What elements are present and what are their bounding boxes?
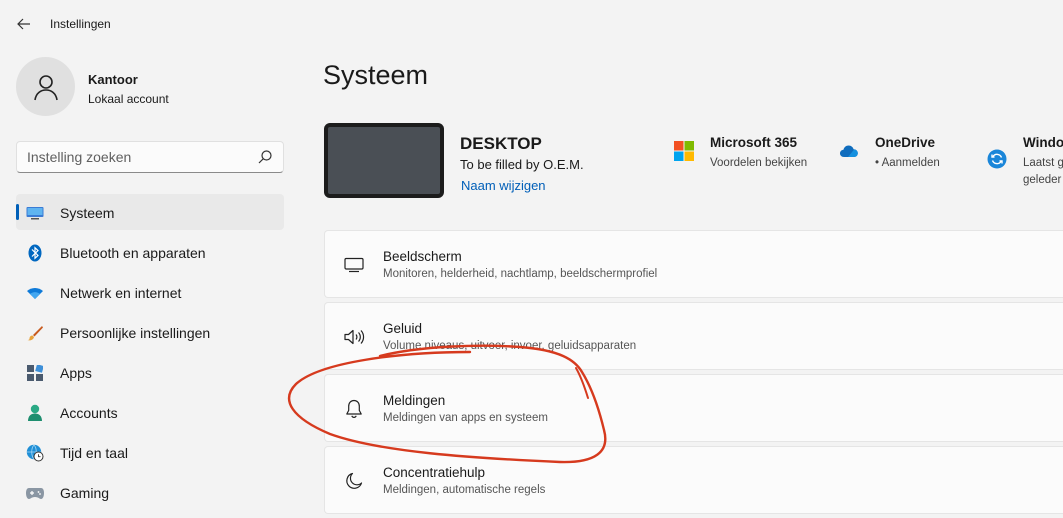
rename-link[interactable]: Naam wijzigen xyxy=(461,178,546,193)
gamepad-icon xyxy=(26,484,44,502)
account-type: Lokaal account xyxy=(88,92,169,106)
settings-list: Beeldscherm Monitoren, helderheid, nacht… xyxy=(324,230,1063,518)
sidebar-item-label: Gaming xyxy=(60,485,110,501)
user-name: Kantoor xyxy=(88,72,138,87)
card-description: Volume niveaus, uitvoer, invoer, geluids… xyxy=(383,340,637,352)
quick-link-title: Microsoft 365 xyxy=(710,135,798,150)
quick-link-subtitle: Laatst g xyxy=(1023,157,1063,169)
sidebar-item-tijd-taal[interactable]: Tijd en taal xyxy=(16,434,284,470)
sidebar-item-label: Netwerk en internet xyxy=(60,285,182,301)
card-beeldscherm[interactable]: Beeldscherm Monitoren, helderheid, nacht… xyxy=(324,230,1063,298)
sidebar-item-label: Persoonlijke instellingen xyxy=(60,325,211,341)
card-geluid[interactable]: Geluid Volume niveaus, uitvoer, invoer, … xyxy=(324,302,1063,370)
app-title: Instellingen xyxy=(50,17,111,31)
sidebar-item-gaming[interactable]: Gaming xyxy=(16,474,284,510)
sidebar-nav: Systeem Bluetooth en apparaten Netwerk e… xyxy=(16,194,284,514)
person-icon xyxy=(33,74,58,100)
globe-clock-icon xyxy=(26,444,44,462)
update-icon xyxy=(987,149,1007,169)
card-title: Meldingen xyxy=(383,393,446,408)
card-title: Beeldscherm xyxy=(383,249,462,264)
sidebar-item-bluetooth[interactable]: Bluetooth en apparaten xyxy=(16,234,284,270)
apps-icon xyxy=(26,364,44,382)
device-name: DESKTOP xyxy=(460,134,542,153)
search-icon[interactable] xyxy=(257,149,273,165)
sidebar-item-label: Apps xyxy=(60,365,92,381)
back-button[interactable] xyxy=(12,12,36,36)
sidebar-item-label: Accounts xyxy=(60,405,118,421)
bell-icon xyxy=(343,398,365,420)
moon-icon xyxy=(343,470,365,492)
arrow-left-icon xyxy=(17,18,30,30)
card-description: Monitoren, helderheid, nachtlamp, beelds… xyxy=(383,268,658,280)
quick-link-subtitle-2: geleder xyxy=(1023,174,1062,186)
display-icon xyxy=(343,254,365,276)
search-input[interactable] xyxy=(27,148,247,166)
sidebar-item-apps[interactable]: Apps xyxy=(16,354,284,390)
card-title: Geluid xyxy=(383,321,423,336)
card-title: Concentratiehulp xyxy=(383,465,486,480)
speaker-icon xyxy=(343,326,365,348)
sidebar-item-systeem[interactable]: Systeem xyxy=(16,194,284,230)
device-model: To be filled by O.E.M. xyxy=(460,157,584,172)
page-title: Systeem xyxy=(323,60,429,90)
sidebar-item-netwerk[interactable]: Netwerk en internet xyxy=(16,274,284,310)
card-description: Meldingen van apps en systeem xyxy=(383,412,548,424)
bluetooth-icon xyxy=(26,244,44,262)
quick-link-title: Windo xyxy=(1023,135,1063,150)
card-meldingen[interactable]: Meldingen Meldingen van apps en systeem xyxy=(324,374,1063,442)
title-bar: Instellingen xyxy=(0,0,1063,48)
device-thumbnail xyxy=(324,123,444,198)
quick-link-title: OneDrive xyxy=(875,135,936,150)
brush-icon xyxy=(26,324,44,342)
avatar xyxy=(16,57,75,116)
quick-link-subtitle: Voordelen bekijken xyxy=(710,157,808,169)
card-description: Meldingen, automatische regels xyxy=(383,484,546,496)
user-profile[interactable]: Kantoor Lokaal account xyxy=(16,57,276,117)
person-icon xyxy=(26,404,44,422)
monitor-icon xyxy=(26,204,44,222)
cloud-icon xyxy=(840,145,858,157)
search-box[interactable] xyxy=(16,141,284,173)
microsoft-logo-icon xyxy=(674,141,694,161)
sidebar-item-label: Systeem xyxy=(60,205,115,221)
card-concentratiehulp[interactable]: Concentratiehulp Meldingen, automatische… xyxy=(324,446,1063,514)
sidebar-item-label: Bluetooth en apparaten xyxy=(60,245,206,261)
wifi-icon xyxy=(26,284,44,302)
sidebar-item-accounts[interactable]: Accounts xyxy=(16,394,284,430)
quick-link-subtitle: • Aanmelden xyxy=(875,157,940,169)
sidebar-item-persoonlijk[interactable]: Persoonlijke instellingen xyxy=(16,314,284,350)
sidebar-item-label: Tijd en taal xyxy=(60,445,128,461)
